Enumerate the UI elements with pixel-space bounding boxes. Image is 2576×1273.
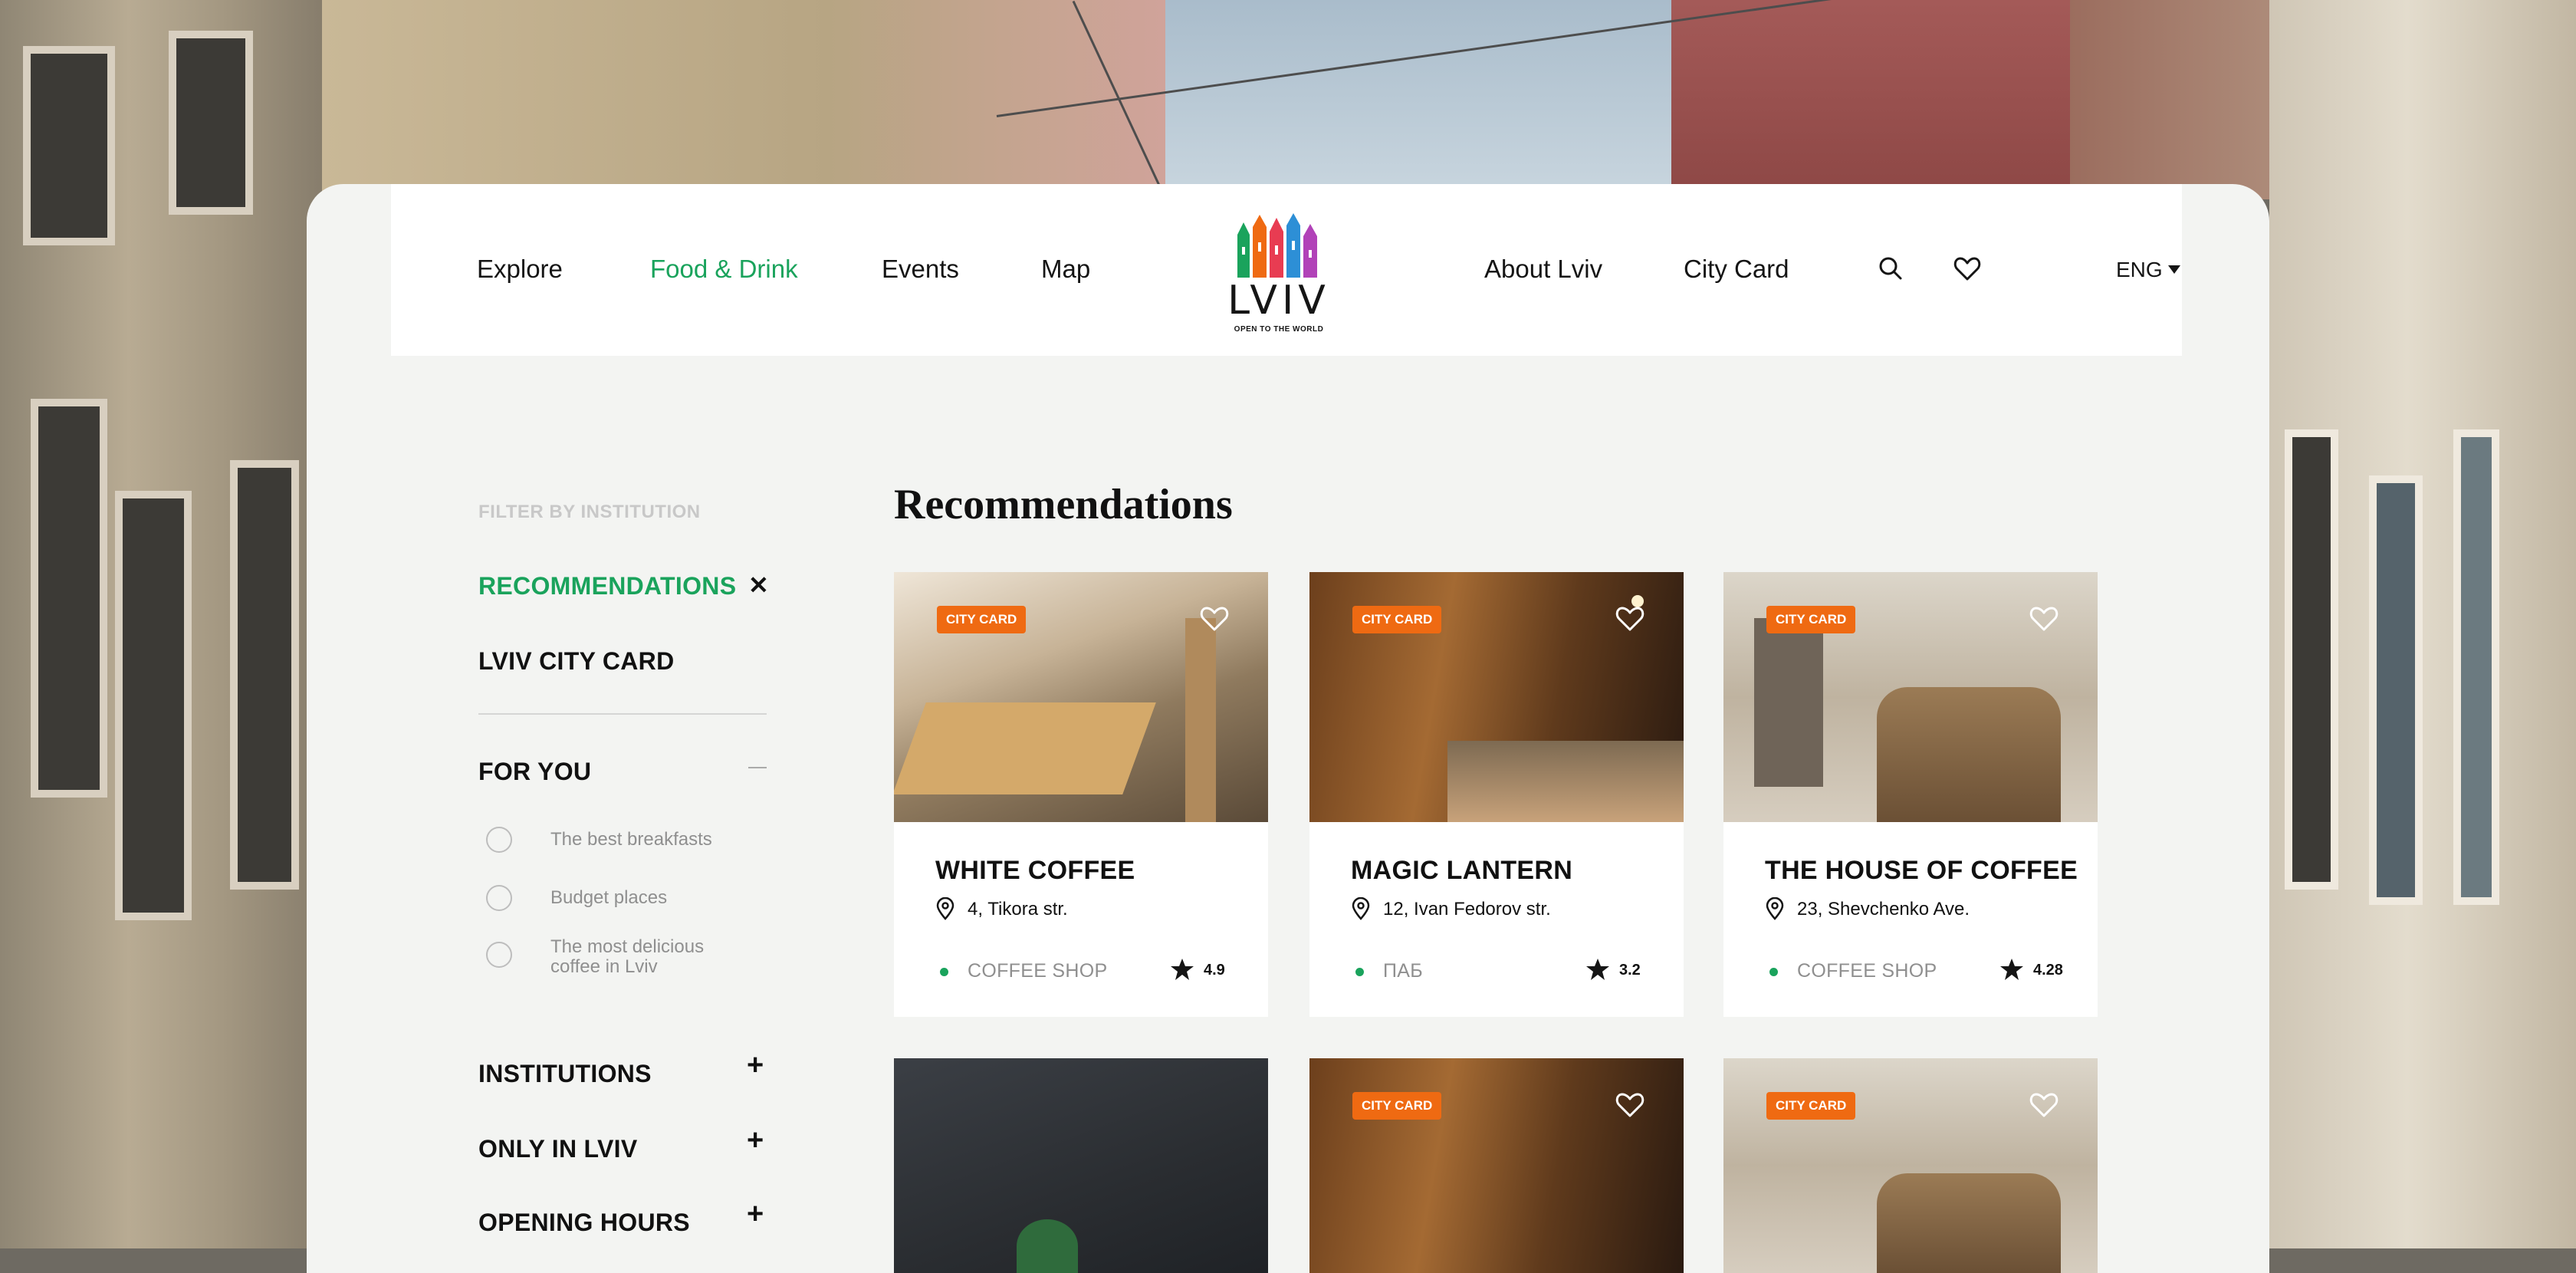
collapse-icon[interactable] [748, 767, 767, 768]
option-label: Budget places [550, 887, 668, 908]
red-roof [1671, 0, 2070, 199]
nav-explore[interactable]: Explore [477, 255, 563, 284]
center-building [322, 0, 1165, 199]
left-window-1 [23, 46, 115, 245]
left-window-4 [115, 491, 192, 920]
location-pin-icon [1352, 897, 1370, 920]
right-window-2 [2369, 475, 2423, 905]
plus-icon[interactable]: + [747, 1051, 764, 1080]
star-icon [1171, 959, 1194, 980]
place-category: COFFEE SHOP [1797, 960, 1937, 982]
place-address: 23, Shevchenko Ave. [1797, 899, 1970, 919]
place-name[interactable]: THE HOUSE OF COFFEE [1765, 856, 2078, 886]
option-label: The most delicious coffee in Lviv [550, 936, 705, 977]
place-address: 4, Tikora str. [968, 899, 1068, 919]
star-icon [2000, 959, 2023, 980]
star-icon [1586, 959, 1609, 980]
place-rating: 4.9 [1204, 962, 1225, 979]
filter-lviv-city-card[interactable]: LVIV CITY CARD [478, 647, 674, 676]
favorite-heart-icon[interactable] [2027, 1089, 2061, 1120]
place-category: COFFEE SHOP [968, 960, 1108, 982]
search-icon[interactable] [1875, 253, 1906, 284]
radio-button[interactable] [486, 885, 512, 911]
location-pin-icon [936, 897, 955, 920]
heart-icon[interactable] [1952, 253, 1983, 284]
place-card[interactable] [894, 1058, 1268, 1273]
place-category: ПАБ [1383, 960, 1423, 982]
category-dot [1769, 968, 1778, 976]
main-sheet: Explore Food & Drink Events Map LVIV OPE… [307, 184, 2269, 1273]
divider [478, 713, 767, 715]
option-label: The best breakfasts [550, 829, 712, 850]
favorite-heart-icon[interactable] [1613, 1089, 1647, 1120]
place-card[interactable]: CITY CARD THE HOUSE OF COFFEE 23, Shevch… [1723, 572, 2098, 1017]
place-address: 12, Ivan Fedorov str. [1383, 899, 1551, 919]
top-navigation: Explore Food & Drink Events Map LVIV OPE… [391, 184, 2182, 356]
favorite-heart-icon[interactable] [2027, 603, 2061, 633]
favorite-heart-icon[interactable] [1613, 603, 1647, 633]
section-institutions[interactable]: INSTITUTIONS [478, 1060, 652, 1088]
nav-events[interactable]: Events [882, 255, 959, 284]
city-card-badge: CITY CARD [1766, 606, 1856, 633]
place-name[interactable]: WHITE COFFEE [935, 856, 1135, 886]
logo-towers-icon [1237, 213, 1317, 278]
city-card-badge: CITY CARD [1352, 606, 1442, 633]
place-rating: 3.2 [1619, 962, 1641, 979]
nav-about-lviv[interactable]: About Lviv [1484, 255, 1602, 284]
photo-street [1447, 741, 1684, 822]
city-card-badge: CITY CARD [937, 606, 1027, 633]
radio-button[interactable] [486, 827, 512, 853]
logo-wordmark: LVIV [1227, 278, 1330, 324]
nav-food-drink[interactable]: Food & Drink [650, 255, 798, 284]
active-filter-recommendations[interactable]: RECOMMENDATIONS [478, 572, 736, 600]
page-title: Recommendations [894, 481, 1233, 528]
section-for-you[interactable]: FOR YOU [478, 758, 591, 786]
place-photo [894, 1058, 1268, 1273]
section-only-in-lviv[interactable]: ONLY IN LVIV [478, 1135, 638, 1163]
city-card-badge: CITY CARD [1766, 1092, 1856, 1120]
city-card-badge: CITY CARD [1352, 1092, 1442, 1120]
logo-tagline: OPEN TO THE WORLD [1234, 325, 1324, 334]
place-rating: 4.28 [2033, 962, 2063, 979]
photo-chairs [1877, 1173, 2061, 1273]
nav-city-card[interactable]: City Card [1684, 255, 1789, 284]
left-window-3 [31, 399, 107, 798]
filter-heading: FILTER BY INSTITUTION [478, 502, 701, 522]
place-card[interactable]: CITY CARD MAGIC LANTERN 12, Ivan Fedorov… [1309, 572, 1684, 1017]
right-window-1 [2285, 429, 2338, 890]
place-card[interactable]: CITY CARD [1309, 1058, 1684, 1273]
category-dot [940, 968, 948, 976]
photo-chairs [1877, 687, 2061, 822]
lviv-logo[interactable]: LVIV OPEN TO THE WORLD [1225, 212, 1332, 334]
radio-button[interactable] [486, 942, 512, 968]
place-card[interactable]: CITY CARD WHITE COFFEE 4, Tikora str. CO… [894, 572, 1268, 1017]
left-window-5 [230, 460, 299, 890]
location-pin-icon [1766, 897, 1784, 920]
language-selector[interactable]: ENG [2116, 258, 2163, 282]
photo-plant [1017, 1219, 1078, 1273]
left-window-2 [169, 31, 253, 215]
place-name[interactable]: MAGIC LANTERN [1351, 856, 1572, 886]
chevron-down-icon[interactable] [2168, 265, 2180, 274]
photo-shelf [1754, 618, 1823, 787]
nav-map[interactable]: Map [1041, 255, 1090, 284]
photo-table [894, 702, 1156, 794]
photo-post [1185, 618, 1216, 822]
plus-icon[interactable]: + [747, 1126, 764, 1155]
section-opening-hours[interactable]: OPENING HOURS [478, 1209, 690, 1237]
plus-icon[interactable]: + [747, 1199, 764, 1229]
right-window-3 [2453, 429, 2499, 905]
close-icon[interactable]: ✕ [748, 571, 769, 600]
favorite-heart-icon[interactable] [1198, 603, 1231, 633]
category-dot [1355, 968, 1364, 976]
place-card[interactable]: CITY CARD [1723, 1058, 2098, 1273]
